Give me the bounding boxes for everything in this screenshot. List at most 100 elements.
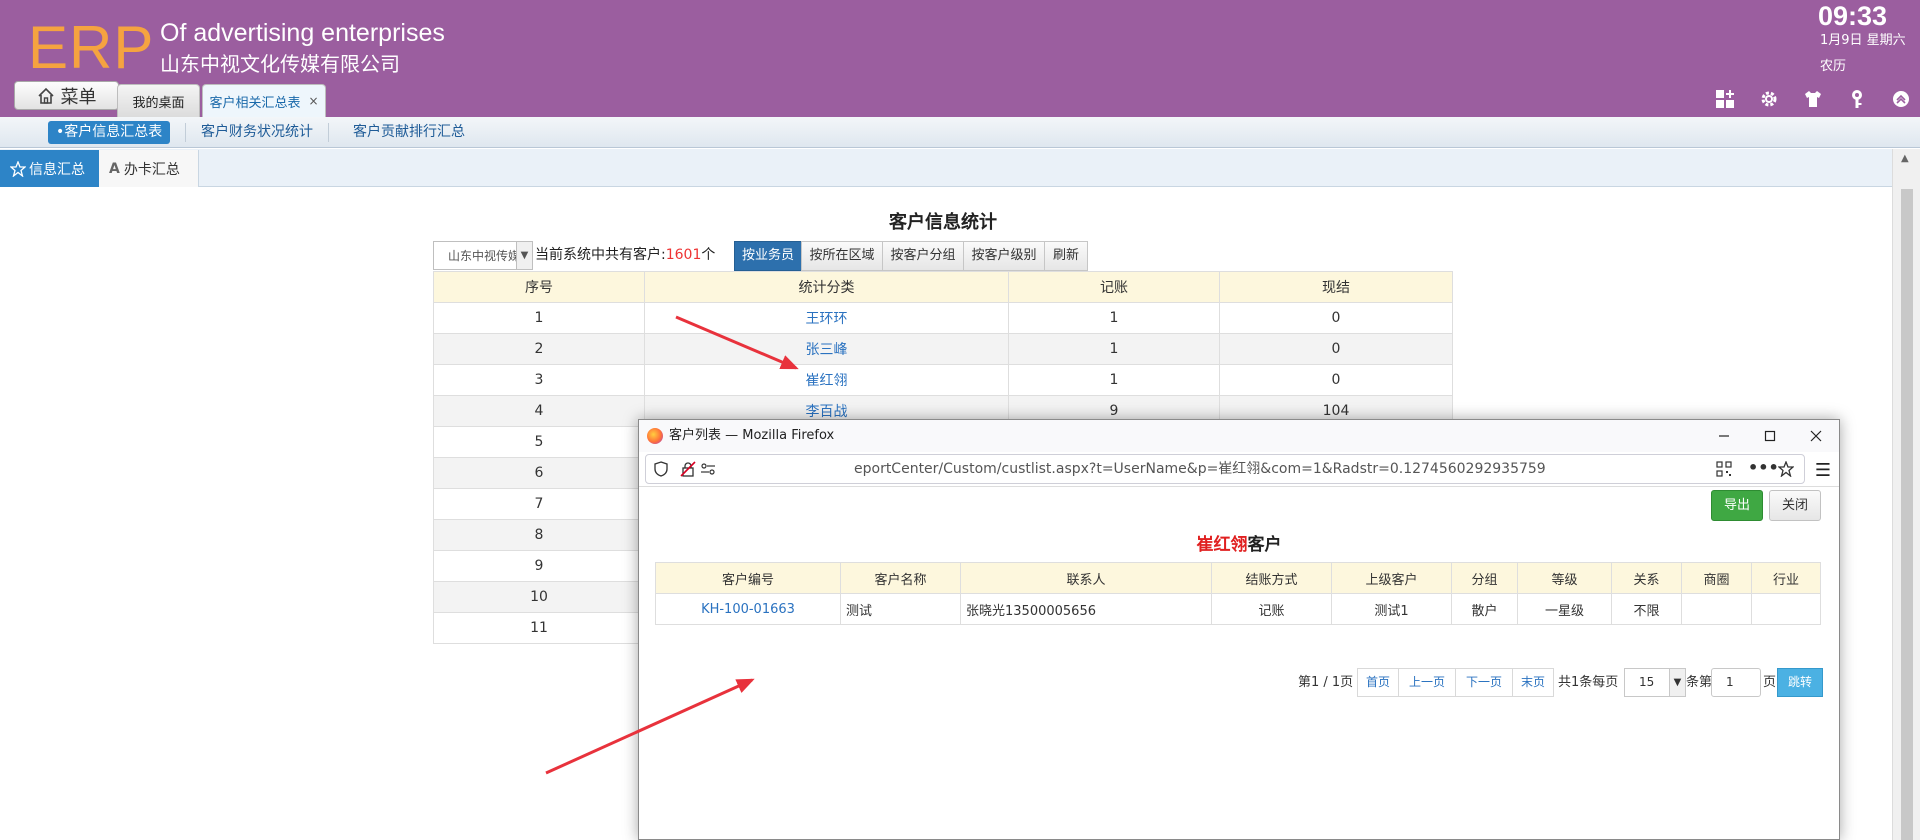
hamburger-menu-icon[interactable]: ☰ [1811, 458, 1835, 482]
col-header-index: 序号 [433, 271, 645, 303]
cell-index: 4 [433, 395, 645, 427]
prev-page-button[interactable]: 上一页 [1398, 668, 1456, 697]
collapse-up-icon[interactable] [1890, 88, 1912, 110]
cell-category: 崔红翎 [644, 364, 1009, 396]
customer-id-link[interactable]: KH-100-01663 [701, 602, 795, 617]
report-title: 客户信息统计 [889, 212, 997, 233]
close-icon[interactable] [1793, 420, 1839, 452]
cell-index: 9 [433, 550, 645, 582]
cell-business-circle [1681, 593, 1752, 625]
col-header-contact: 联系人 [960, 562, 1212, 594]
cell-customer-name: 测试 [840, 593, 961, 625]
tab-card-summary[interactable]: A 办卡汇总 [99, 150, 199, 187]
subnav-divider [328, 123, 329, 142]
page-size-select[interactable]: 15 ▼ [1624, 668, 1686, 697]
salesman-link[interactable]: 李百战 [806, 404, 848, 420]
cell-cash: 0 [1219, 333, 1453, 365]
customer-list-content: 导出 关闭 崔红翎客户 客户编号 客户名称 联系人 结账方式 上级客户 分组 等… [639, 486, 1839, 839]
cell-payment: 记账 [1211, 593, 1332, 625]
clock-lunar: 农历 [1820, 59, 1847, 74]
pagination: 第1 / 1页 首页 上一页 下一页 末页 共1条每页 15 ▼ 条第 1 页 … [639, 667, 1839, 699]
company-name: 山东中视文化传媒有限公司 [160, 52, 400, 76]
company-select-value: 山东中视传媒 [448, 249, 521, 263]
next-page-button[interactable]: 下一页 [1455, 668, 1513, 697]
export-button[interactable]: 导出 [1711, 490, 1763, 521]
salesman-link[interactable]: 王环环 [806, 311, 848, 327]
first-page-button[interactable]: 首页 [1357, 668, 1399, 697]
main-menu-button[interactable]: 菜单 [14, 81, 119, 110]
by-level-button[interactable]: 按客户级别 [963, 241, 1045, 271]
page-size-value: 15 [1639, 675, 1655, 689]
salesman-name: 崔红翎 [1196, 535, 1248, 555]
tab-info-summary[interactable]: 信息汇总 [0, 150, 99, 187]
cell-contact: 张晓光13500005656 [960, 593, 1212, 625]
salesman-link[interactable]: 张三峰 [806, 342, 848, 358]
by-group-button[interactable]: 按客户分组 [882, 241, 964, 271]
cell-index: 7 [433, 488, 645, 520]
report-toolbar: 山东中视传媒 ▼ 当前系统中共有客户:1601个 按业务员 按所在区域 按客户分… [433, 241, 1133, 271]
chevron-down-icon: ▼ [1669, 669, 1685, 696]
col-header-relation: 关系 [1611, 562, 1682, 594]
erp-logo: ERP [28, 14, 155, 81]
col-header-level: 等级 [1517, 562, 1612, 594]
page-number-input[interactable]: 1 [1711, 668, 1761, 697]
window-titlebar[interactable]: 客户列表 — Mozilla Firefox [639, 420, 1839, 452]
salesman-link[interactable]: 崔红翎 [806, 373, 848, 389]
subnav-customer-ranking[interactable]: 客户贡献排行汇总 [345, 121, 473, 144]
subnav-customer-finance[interactable]: 客户财务状况统计 [193, 121, 321, 144]
bookmark-star-icon[interactable] [1777, 460, 1795, 481]
customer-count-prefix: 当前系统中共有客户: [535, 247, 666, 263]
shield-icon[interactable] [654, 461, 668, 481]
insecure-lock-icon[interactable] [680, 461, 696, 481]
col-header-credit: 记账 [1008, 271, 1220, 303]
content-tabs: 信息汇总 A 办卡汇总 [0, 149, 1892, 187]
total-records: 共1条每页 [1558, 675, 1619, 690]
tab-close-icon[interactable]: × [308, 94, 318, 108]
col-header-category: 统计分类 [644, 271, 1009, 303]
header-slogan: Of advertising enterprises [160, 19, 445, 47]
cell-index: 8 [433, 519, 645, 551]
col-header-customer-id: 客户编号 [655, 562, 841, 594]
by-region-button[interactable]: 按所在区域 [801, 241, 883, 271]
col-header-business-circle: 商圈 [1681, 562, 1752, 594]
cell-category: 王环环 [644, 302, 1009, 334]
close-button[interactable]: 关闭 [1769, 490, 1821, 521]
page-scrollbar[interactable]: ▲ [1892, 149, 1920, 840]
refresh-button[interactable]: 刷新 [1044, 241, 1088, 271]
cell-index: 1 [433, 302, 645, 334]
scroll-up-icon[interactable]: ▲ [1901, 153, 1909, 164]
customer-list-title-suffix: 客户 [1247, 535, 1282, 555]
last-page-button[interactable]: 末页 [1512, 668, 1554, 697]
url-bar[interactable]: eportCenter/Custom/custlist.aspx?t=UserN… [645, 454, 1805, 484]
key-icon[interactable] [1846, 88, 1868, 110]
qr-code-icon[interactable] [1716, 461, 1732, 481]
maximize-icon[interactable] [1747, 420, 1793, 452]
company-select[interactable]: 山东中视传媒 ▼ [433, 241, 533, 270]
table-row: 2 张三峰 1 0 [433, 333, 1453, 365]
by-salesman-button[interactable]: 按业务员 [734, 241, 802, 271]
cell-industry [1751, 593, 1821, 625]
tab-customer-summary[interactable]: 客户相关汇总表 × [202, 84, 326, 117]
goto-prefix: 条第 [1686, 675, 1713, 690]
customer-count-suffix: 个 [701, 247, 716, 263]
table-header-row: 客户编号 客户名称 联系人 结账方式 上级客户 分组 等级 关系 商圈 行业 [655, 562, 1821, 594]
scrollbar-thumb[interactable] [1901, 189, 1913, 840]
col-header-parent-customer: 上级客户 [1331, 562, 1452, 594]
customer-count: 当前系统中共有客户:1601个 [535, 241, 715, 270]
apps-icon[interactable] [1714, 88, 1736, 110]
minimize-icon[interactable] [1701, 420, 1747, 452]
tab-my-desktop[interactable]: 我的桌面 [117, 84, 200, 117]
gear-icon[interactable] [1758, 88, 1780, 110]
shirt-icon[interactable] [1802, 88, 1824, 110]
more-actions-icon[interactable]: ••• [1748, 458, 1779, 477]
jump-button[interactable]: 跳转 [1777, 668, 1823, 697]
clock-time: 09:33 [1818, 1, 1888, 31]
table-header-row: 序号 统计分类 记账 现结 [433, 271, 1453, 303]
goto-suffix: 页 [1763, 675, 1777, 690]
cell-cash: 0 [1219, 302, 1453, 334]
subnav-customer-info[interactable]: •客户信息汇总表 [48, 121, 171, 144]
letter-a-icon: A [109, 160, 120, 177]
home-icon [37, 87, 54, 104]
permissions-icon[interactable] [700, 461, 716, 481]
col-header-customer-name: 客户名称 [840, 562, 961, 594]
